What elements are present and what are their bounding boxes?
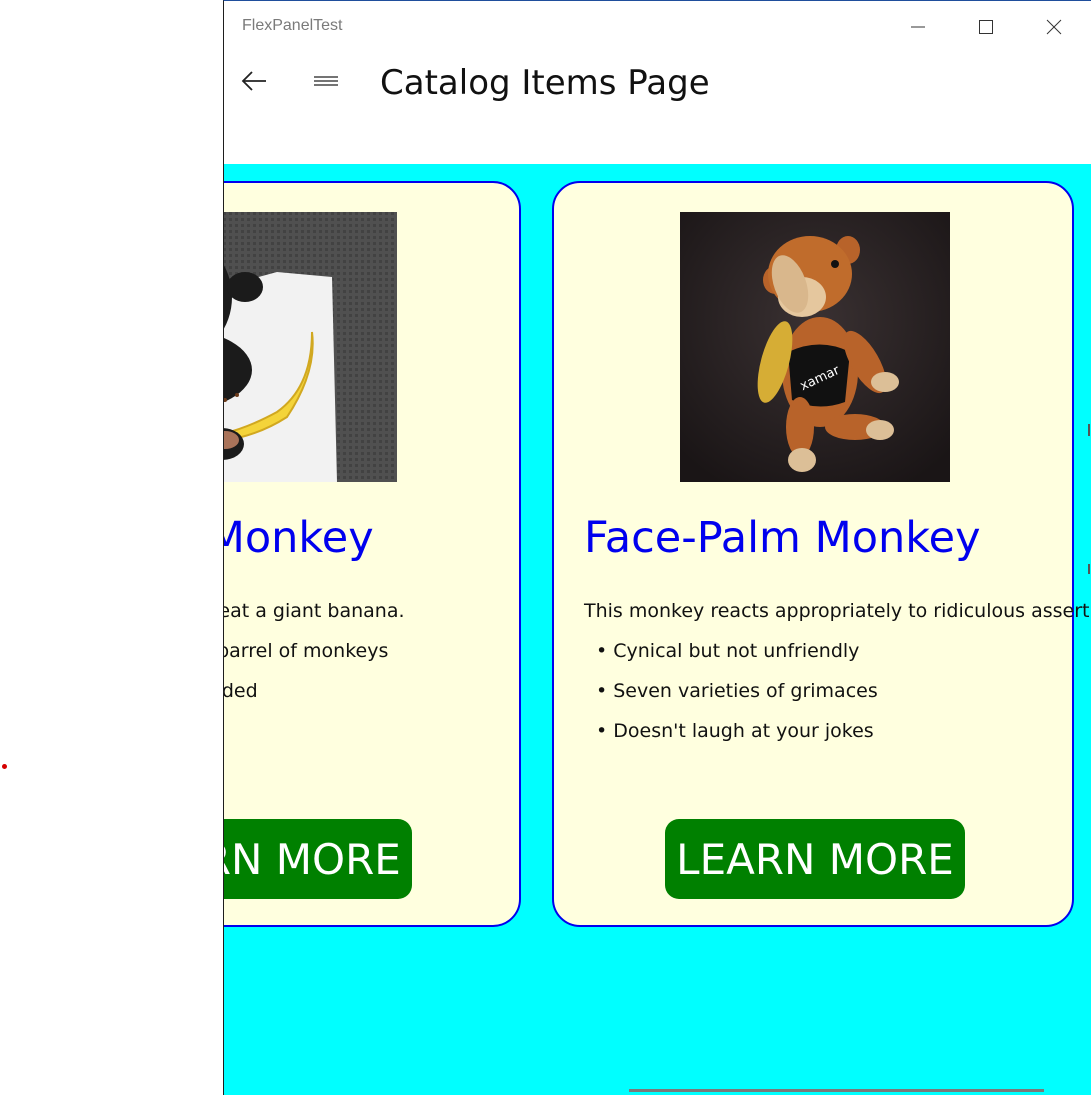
learn-more-button[interactable]: LEARN MORE (224, 819, 412, 899)
page-title: Catalog Items Page (380, 63, 710, 103)
hamburger-menu-icon (314, 76, 338, 86)
maximize-icon (979, 20, 993, 34)
minimize-icon (911, 26, 925, 28)
horizontal-scrollbar[interactable] (629, 1089, 1044, 1092)
banana-monkey-photo: Kamarin (224, 212, 397, 482)
card-description: Watch this monkey eat a giant banana. (224, 600, 405, 622)
title-bar[interactable]: FlexPanelTest (224, 1, 1091, 53)
card-description: This monkey reacts appropriately to ridi… (584, 600, 1091, 622)
catalog-scroll-area[interactable]: Kamarin Banana Monkey Watch this monkey … (224, 164, 1091, 1095)
maximize-button[interactable] (966, 9, 1006, 45)
card-title: Face-Palm Monkey (584, 513, 981, 563)
minimize-button[interactable] (898, 9, 938, 45)
catalog-card: xamar Face-Palm Monkey This monkey react… (552, 181, 1091, 927)
card-title: Banana Monkey (224, 513, 374, 563)
close-button[interactable] (1034, 9, 1074, 45)
card-bullet: • Doesn't laugh at your jokes (596, 720, 874, 742)
face-palm-monkey-photo: xamar (680, 212, 950, 482)
app-title: FlexPanelTest (242, 17, 343, 34)
red-marker-dot (2, 764, 7, 769)
page-header: Catalog Items Page (224, 53, 1091, 163)
learn-more-button[interactable]: LEARN MORE (665, 819, 965, 899)
app-window: FlexPanelTest Catalog Items Page Monkey … (223, 0, 1091, 1095)
catalog-card: Kamarin Banana Monkey Watch this monkey … (224, 181, 521, 927)
card-bullet: • Cynical but not unfriendly (596, 640, 860, 662)
back-arrow-icon (241, 71, 266, 91)
back-button[interactable] (234, 63, 274, 99)
card-bullet: • Monkey not included (224, 680, 258, 702)
card-bullet: • More fun than a barrel of monkeys (224, 640, 389, 662)
card-bullet: • Seven varieties of grimaces (596, 680, 878, 702)
hamburger-menu-button[interactable] (306, 63, 346, 99)
close-icon (1046, 19, 1062, 35)
